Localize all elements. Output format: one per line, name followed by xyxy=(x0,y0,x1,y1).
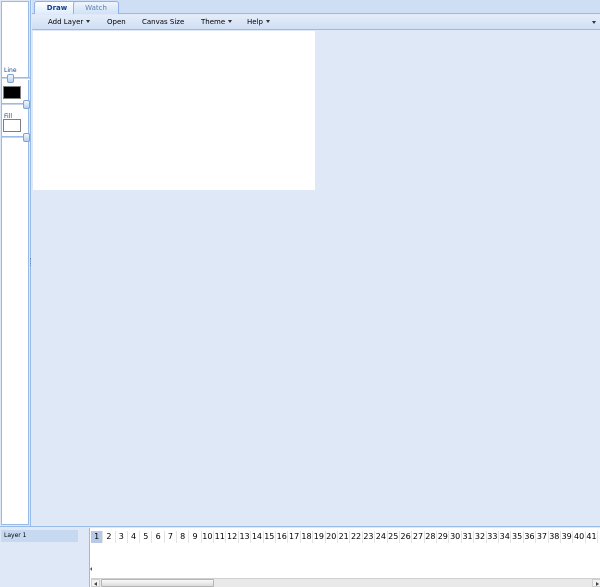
frame-cell[interactable]: 4 xyxy=(128,531,141,543)
scroll-left-button[interactable] xyxy=(91,579,100,587)
line-opacity-slider-thumb[interactable] xyxy=(23,100,30,109)
tab-watch[interactable]: Watch xyxy=(73,1,119,14)
canvas-size-label: Canvas Size xyxy=(142,18,185,26)
fill-opacity-slider[interactable] xyxy=(2,133,30,142)
frame-cell[interactable]: 27 xyxy=(412,531,425,543)
frame-cell[interactable]: 11 xyxy=(214,531,227,543)
canvas-size-button[interactable]: Canvas Size xyxy=(142,15,184,30)
frames-panel: 1 2 3 4 5 6 7 8 9 10 11 12 13 14 15 16 17 18 19 20 21 22 23 24 2… xyxy=(89,528,600,587)
toolbar-overflow-button[interactable] xyxy=(592,21,596,24)
help-button[interactable]: Help xyxy=(247,15,270,30)
frame-cell[interactable]: 16 xyxy=(276,531,289,543)
frame-cell[interactable]: 8 xyxy=(177,531,190,543)
frame-cell[interactable]: 23 xyxy=(363,531,376,543)
add-layer-label: Add Layer xyxy=(48,18,84,26)
tool-panel: Line Fill xyxy=(0,0,31,526)
frame-cell[interactable]: 40 xyxy=(573,531,586,543)
open-label: Open xyxy=(107,18,126,26)
line-label: Line xyxy=(4,67,17,74)
frame-cell[interactable]: 7 xyxy=(165,531,178,543)
frame-cell[interactable]: 17 xyxy=(288,531,301,543)
frame-cell[interactable]: 35 xyxy=(511,531,524,543)
frame-cell[interactable]: 28 xyxy=(425,531,438,543)
tab-strip: Draw Watch xyxy=(32,0,600,14)
add-layer-button[interactable]: Add Layer xyxy=(48,15,91,30)
arrow-left-icon xyxy=(94,582,97,586)
frame-cell[interactable]: 21 xyxy=(338,531,351,543)
drawing-canvas[interactable] xyxy=(33,31,315,190)
tool-panel-body: Line Fill xyxy=(1,1,30,525)
frame-cell[interactable]: 38 xyxy=(549,531,561,543)
frame-cell[interactable]: 24 xyxy=(375,531,388,543)
layer-item[interactable]: Layer 1 xyxy=(1,530,78,542)
frame-cell[interactable]: 34 xyxy=(499,531,512,543)
chevron-down-icon xyxy=(592,21,596,24)
theme-button[interactable]: Theme xyxy=(201,15,233,30)
scroll-right-button[interactable] xyxy=(592,579,600,587)
layers-panel: Layer 1 xyxy=(0,528,89,587)
frame-cell[interactable]: 2 xyxy=(103,531,116,543)
frame-cell[interactable]: 3 xyxy=(116,531,128,543)
frame-cell[interactable]: 26 xyxy=(400,531,413,543)
scrollbar-thumb[interactable] xyxy=(101,579,214,587)
line-width-slider-thumb[interactable] xyxy=(7,74,14,83)
open-button[interactable]: Open xyxy=(107,15,126,30)
frame-cell[interactable]: 37 xyxy=(536,531,549,543)
arrow-right-icon xyxy=(596,582,599,586)
frame-cell[interactable]: 13 xyxy=(239,531,252,543)
horizontal-scrollbar[interactable] xyxy=(91,578,600,587)
fill-opacity-slider-thumb[interactable] xyxy=(23,133,30,142)
frame-cell[interactable]: 32 xyxy=(474,531,487,543)
fill-color-swatch[interactable] xyxy=(3,119,21,132)
chevron-down-icon xyxy=(228,20,233,23)
theme-label: Theme xyxy=(201,18,226,26)
frame-cell[interactable]: 1 xyxy=(91,531,104,543)
frame-cell[interactable]: 9 xyxy=(189,531,202,543)
frame-cell[interactable]: 31 xyxy=(462,531,475,543)
frame-cell[interactable]: 22 xyxy=(350,531,363,543)
frame-cell[interactable]: 18 xyxy=(301,531,314,543)
frame-cell[interactable]: 29 xyxy=(437,531,450,543)
frame-strip: 1 2 3 4 5 6 7 8 9 10 11 12 13 14 15 16 17 18 19 20 21 22 23 24 2… xyxy=(91,531,599,543)
frame-cell[interactable]: 39 xyxy=(561,531,574,543)
chevron-down-icon xyxy=(86,20,91,23)
frame-cell[interactable]: 10 xyxy=(202,531,215,543)
frame-cell[interactable]: 25 xyxy=(388,531,400,543)
collapse-arrow-icon[interactable] xyxy=(90,567,92,571)
frame-cell[interactable]: 6 xyxy=(152,531,165,543)
line-opacity-slider[interactable] xyxy=(2,100,30,109)
frame-cell[interactable]: 12 xyxy=(226,531,239,543)
frame-cell[interactable]: 5 xyxy=(140,531,153,543)
line-color-swatch[interactable] xyxy=(3,86,21,99)
chevron-down-icon xyxy=(265,20,270,23)
frame-cell[interactable]: 20 xyxy=(326,531,338,543)
frame-cell[interactable]: 36 xyxy=(524,531,537,543)
frame-cell[interactable]: 15 xyxy=(264,531,277,543)
line-width-slider[interactable] xyxy=(2,74,30,83)
frame-cell[interactable]: 33 xyxy=(487,531,500,543)
frame-cell[interactable]: 14 xyxy=(251,531,264,543)
workspace xyxy=(32,31,600,526)
frame-cell[interactable]: 41 xyxy=(586,531,599,543)
frame-cell[interactable]: 19 xyxy=(313,531,326,543)
timeline: Layer 1 1 2 3 4 5 6 7 8 9 10 11 12 13 14 15 16 17 18 19 20 2… xyxy=(0,526,600,587)
help-label: Help xyxy=(247,18,263,26)
toolbar: Add Layer Open Canvas Size Theme Help xyxy=(32,15,600,30)
frame-cell[interactable]: 30 xyxy=(449,531,462,543)
